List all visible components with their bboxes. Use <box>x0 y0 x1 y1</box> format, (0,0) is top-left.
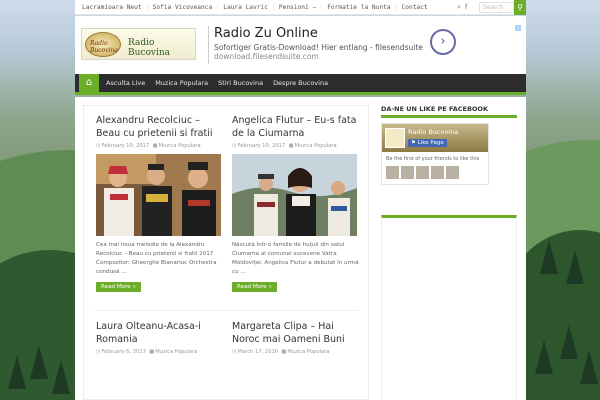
post-meta: ◷February 10, 2017 ■Muzica Populara <box>232 143 337 149</box>
top-nav: Lacramioara Neut Sofia Vicoveanca Laura … <box>77 0 433 15</box>
search-icon[interactable]: ⚲ <box>514 0 526 15</box>
post-meta: ◷February 10, 2017 ■Muzica Populara <box>96 143 201 149</box>
header-ad[interactable]: Radio Zu Online Sofortiger Gratis-Downlo… <box>205 24 465 66</box>
clock-icon: ◷ <box>96 143 101 149</box>
facebook-widget-title: Da-ne un like pe Facebook <box>381 105 517 118</box>
top-nav-item[interactable]: Lacramioara Neut <box>77 4 148 11</box>
facebook-like-button[interactable]: ⚑ Like Page <box>408 139 447 147</box>
post-card: Margareta Clipa – Hai Noroc mai Oameni B… <box>232 321 360 355</box>
facebook-page-avatar[interactable] <box>385 128 405 148</box>
clock-icon: ◷ <box>96 349 101 355</box>
social-icons: ⌕ f <box>457 3 467 12</box>
folder-icon: ■ <box>281 349 287 355</box>
ad-description: Sofortiger Gratis-Download! Hier entlang… <box>214 43 423 52</box>
post-category[interactable]: Muzica Populara <box>295 143 337 149</box>
nav-item-muzica-populara[interactable]: Muzica Populara <box>150 79 213 87</box>
top-nav-item[interactable]: Pensioni – <box>274 4 323 11</box>
avatar[interactable] <box>416 166 429 179</box>
rss-icon[interactable]: ⌕ <box>457 3 461 12</box>
sidebar: Da-ne un like pe Facebook Radio Bucovina… <box>381 105 517 400</box>
post-title[interactable]: Laura Olteanu-Acasa-i Romania <box>96 321 224 346</box>
read-more-button[interactable]: Read More » <box>232 282 277 292</box>
sidebar-widget <box>381 215 517 400</box>
top-nav-item[interactable]: Laura Lavric <box>218 4 274 11</box>
top-bar: Lacramioara Neut Sofia Vicoveanca Laura … <box>75 0 526 15</box>
post-card: Laura Olteanu-Acasa-i Romania ◷February … <box>96 321 224 355</box>
ad-info-icon[interactable]: i <box>515 25 521 31</box>
home-icon[interactable]: ⌂ <box>79 74 99 92</box>
post-title[interactable]: Angelica Flutur – Eu-s fata de la Ciumar… <box>232 115 360 140</box>
posts-column: Alexandru Recolciuc – Beau cu prietenii … <box>83 105 369 400</box>
facebook-icon[interactable]: f <box>465 3 467 12</box>
post-thumbnail[interactable] <box>96 154 221 236</box>
post-card: Alexandru Recolciuc – Beau cu prietenii … <box>96 115 224 292</box>
facebook-page-name[interactable]: Radio Bucovina <box>408 128 458 136</box>
clock-icon: ◷ <box>232 143 237 149</box>
divider <box>94 310 358 311</box>
search-input[interactable]: Search <box>479 2 514 13</box>
post-title[interactable]: Margareta Clipa – Hai Noroc mai Oameni B… <box>232 321 360 346</box>
top-nav-item[interactable]: Formatie la Nunta <box>322 4 397 11</box>
nav-item-despre-bucovina[interactable]: Despre Bucovina <box>268 79 333 87</box>
post-meta: ◷March 17, 2016 ■Muzica Populara <box>232 349 330 355</box>
clock-icon: ◷ <box>232 349 237 355</box>
facebook-friend-faces <box>386 166 459 179</box>
nav-item-stiri-bucovina[interactable]: Stiri Bucovina <box>213 79 268 87</box>
folder-icon: ■ <box>288 143 294 149</box>
facebook-friends-text: Be the first of your friends to like thi… <box>386 156 480 162</box>
post-excerpt: Născută într-o familie de huțuli din sat… <box>232 242 359 275</box>
chevron-right-icon[interactable]: › <box>430 29 456 55</box>
top-nav-item[interactable]: Sofia Vicoveanca <box>148 4 219 11</box>
site-header: Radio Bucovina Radio Bucovina Radio Zu O… <box>75 16 526 74</box>
folder-icon: ■ <box>149 349 155 355</box>
read-more-button[interactable]: Read More » <box>96 282 141 292</box>
nav-item-asculta-live[interactable]: Asculta Live <box>101 79 150 87</box>
post-thumbnail[interactable] <box>232 154 357 236</box>
avatar[interactable] <box>446 166 459 179</box>
content-area: Alexandru Recolciuc – Beau cu prietenii … <box>75 97 526 400</box>
logo-name: Radio Bucovina <box>128 38 170 58</box>
logo-emblem: Radio Bucovina <box>85 32 121 57</box>
post-excerpt: Cea mai noua melodie de la Alexandru Rec… <box>96 242 217 275</box>
facebook-page-widget[interactable]: Radio Bucovina ⚑ Like Page Be the first … <box>381 123 489 185</box>
post-meta: ◷February 6, 2017 ■Muzica Populara <box>96 349 198 355</box>
main-nav: ⌂ Asculta Live Muzica Populara Stiri Buc… <box>75 74 526 95</box>
folder-icon: ■ <box>152 143 158 149</box>
ad-url: download.filesendsuite.com <box>214 52 319 61</box>
post-title[interactable]: Alexandru Recolciuc – Beau cu prietenii … <box>96 115 224 140</box>
top-nav-item[interactable]: Contact <box>397 4 433 11</box>
post-category[interactable]: Muzica Populara <box>155 349 197 355</box>
post-card: Angelica Flutur – Eu-s fata de la Ciumar… <box>232 115 360 292</box>
avatar[interactable] <box>386 166 399 179</box>
site-logo[interactable]: Radio Bucovina Radio Bucovina <box>81 28 196 60</box>
ad-title[interactable]: Radio Zu Online <box>214 26 318 41</box>
avatar[interactable] <box>401 166 414 179</box>
post-category[interactable]: Muzica Populara <box>159 143 201 149</box>
post-category[interactable]: Muzica Populara <box>287 349 329 355</box>
avatar[interactable] <box>431 166 444 179</box>
